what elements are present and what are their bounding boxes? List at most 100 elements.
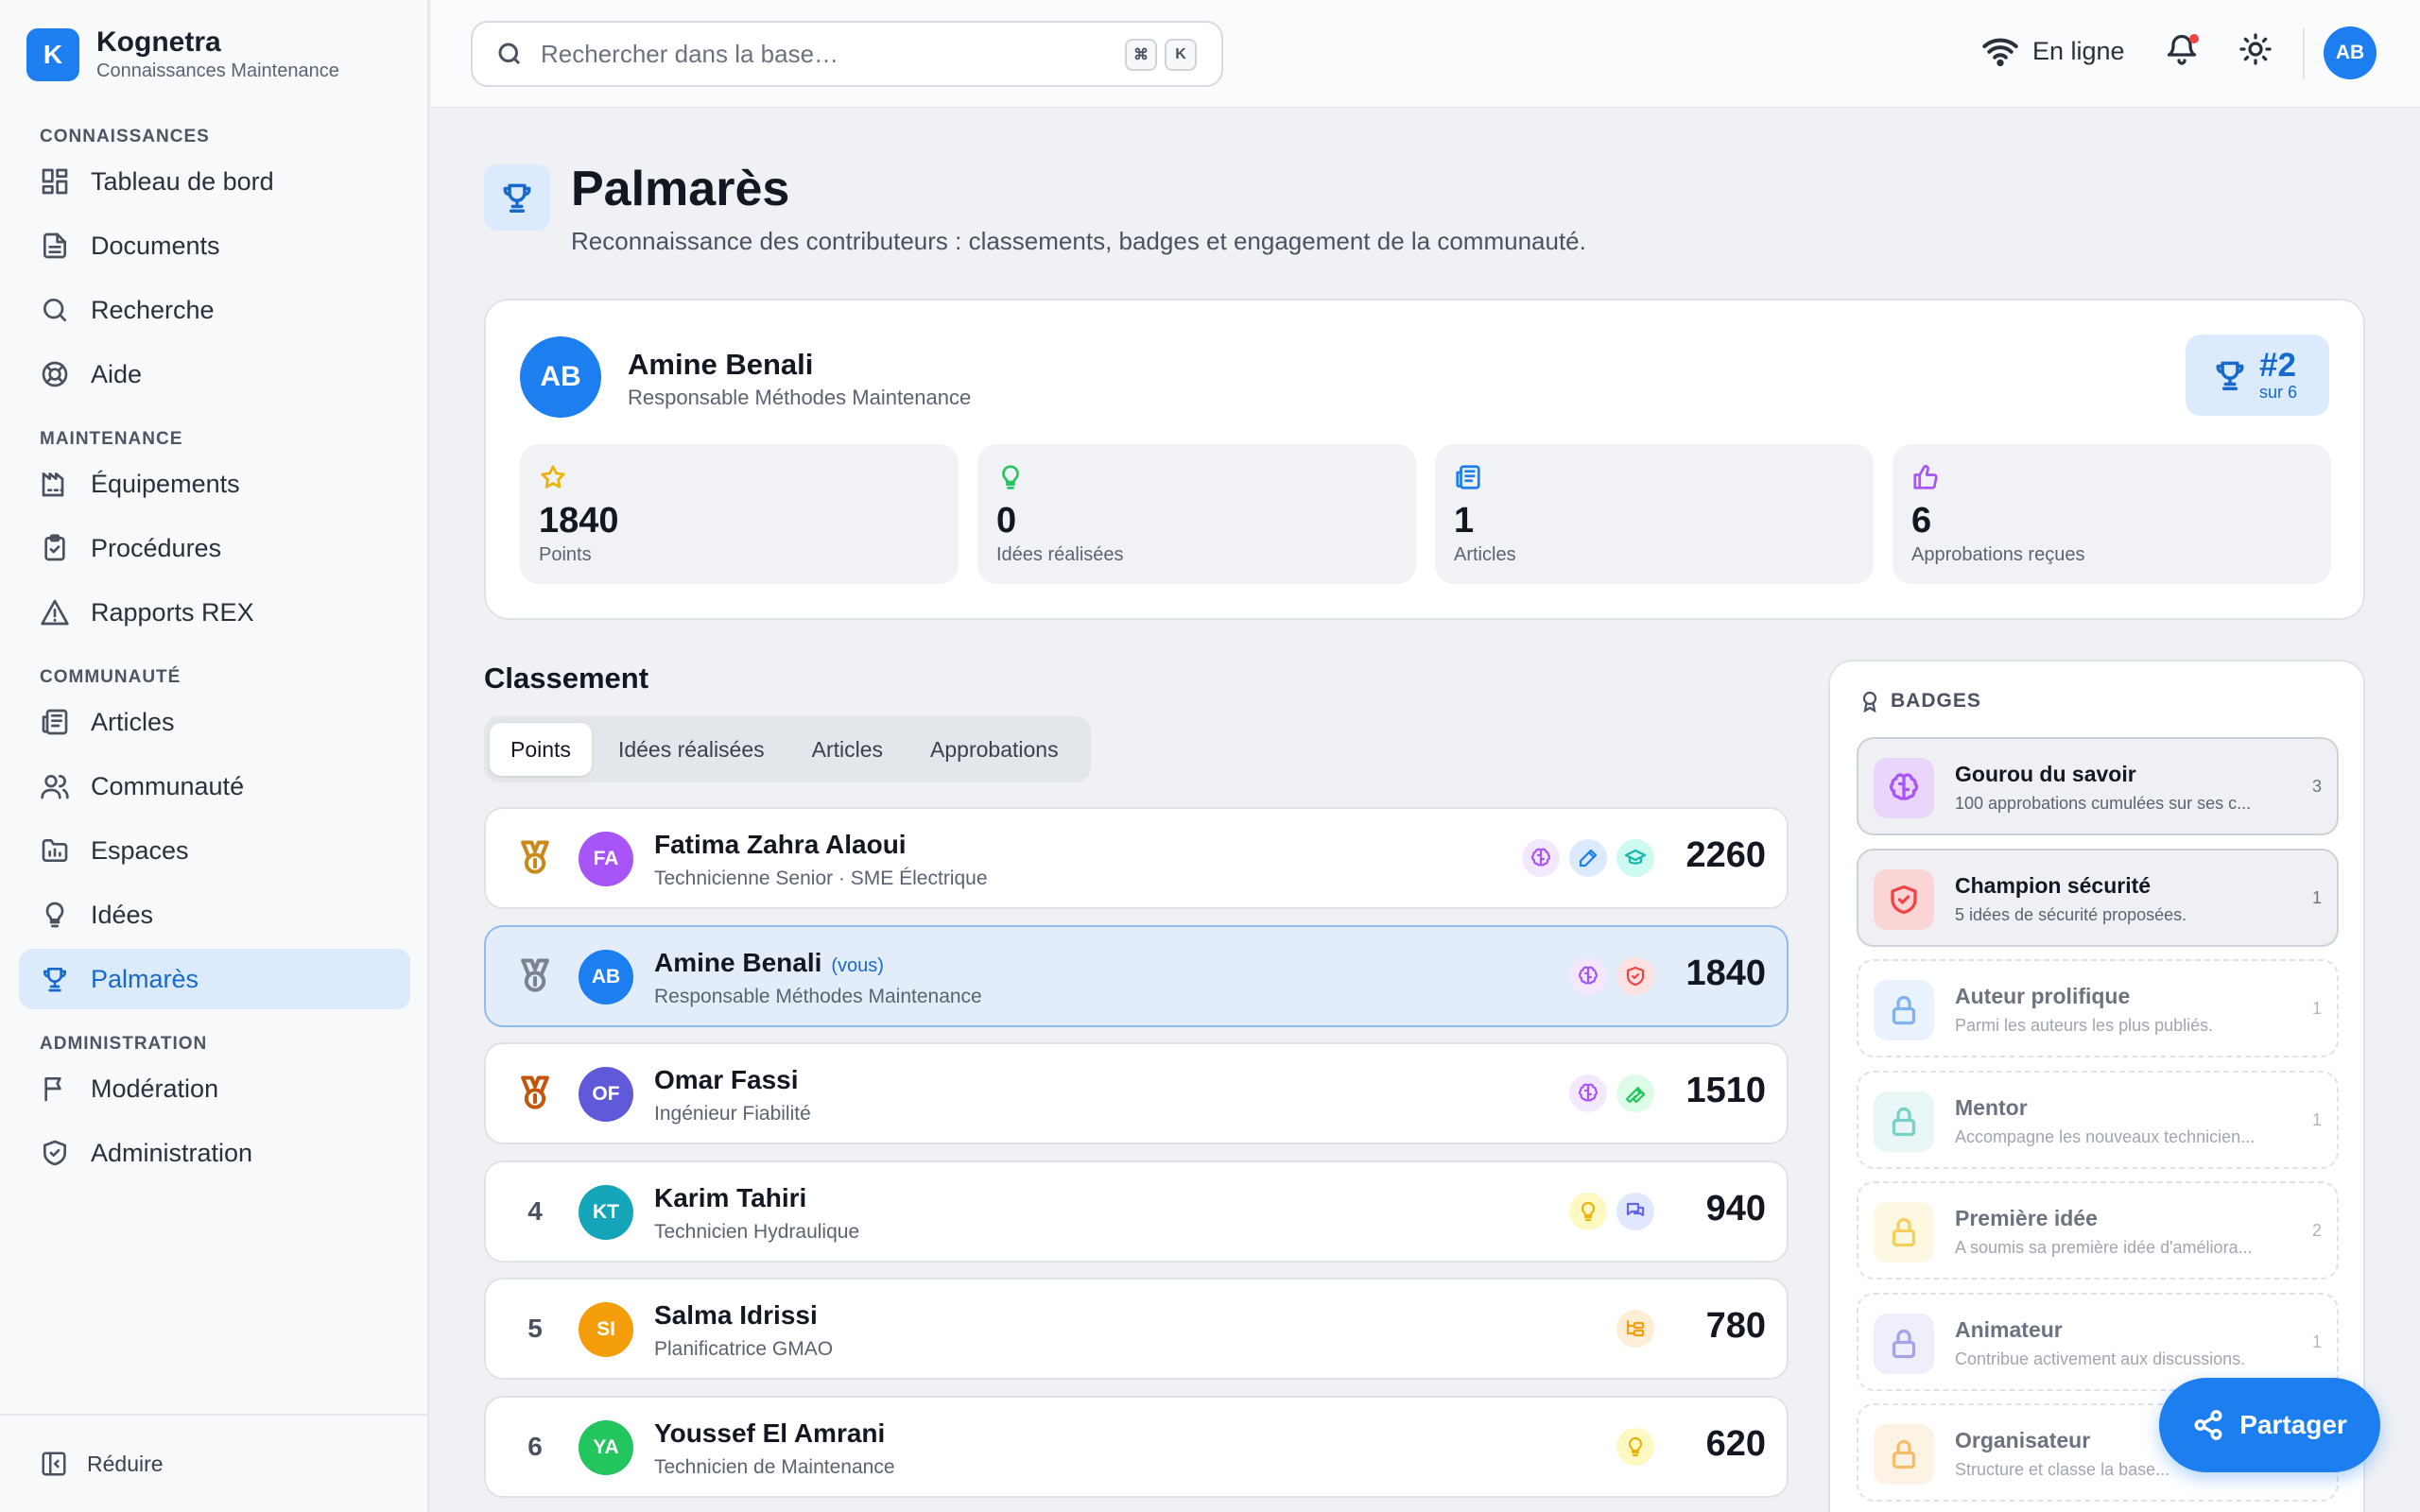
flag-icon: [44, 1077, 61, 1102]
lifebuoy-icon: [42, 361, 68, 387]
notifications-button[interactable]: [2165, 32, 2203, 70]
rank-badge: #2 sur 6: [2186, 335, 2329, 416]
sidebar-item-dashboard[interactable]: Tableau de bord: [19, 151, 410, 212]
search-icon: [43, 299, 66, 321]
sidebar-item-help[interactable]: Aide: [19, 344, 410, 404]
brand[interactable]: K Kognetra Connaissances Maintenance: [26, 26, 339, 83]
ranking-row[interactable]: AB Amine Benali (vous) Responsable Méthodes…: [484, 925, 1789, 1027]
sidebar-item-administration[interactable]: Administration: [19, 1123, 410, 1183]
sidebar-item-procedures[interactable]: Procédures: [19, 518, 410, 578]
user-avatar[interactable]: AB: [2324, 26, 2377, 79]
badge-name: Gourou du savoir: [1955, 762, 2136, 786]
badge-card[interactable]: Gourou du savoir 100 approbations cumulée…: [1857, 737, 2339, 835]
sidebar: K Kognetra Connaissances Maintenance CON…: [0, 0, 429, 1512]
stat-approvals: 6 Approbations reçues: [1893, 444, 2331, 584]
tab-ideas[interactable]: Idées réalisées: [597, 723, 786, 776]
badge-card[interactable]: Champion sécurité 5 idées de sécurité pro…: [1857, 849, 2339, 947]
sidebar-item-search[interactable]: Recherche: [19, 280, 410, 340]
sidebar-item-spaces[interactable]: Espaces: [19, 820, 410, 881]
tab-points[interactable]: Points: [490, 723, 592, 776]
sidebar-item-palmares[interactable]: Palmarès: [19, 949, 410, 1009]
dashboard-icon: [42, 168, 68, 195]
badge-description: A soumis sa première idée d'améliora...: [1955, 1238, 2253, 1257]
newspaper-icon: [1456, 465, 1480, 490]
badge-card[interactable]: Animateur Contribue activement aux discus…: [1857, 1293, 2339, 1391]
nav-section-title: CONNAISSANCES: [40, 127, 210, 146]
contributor-name: Amine Benali (vous): [654, 948, 884, 978]
stat-label: Idées réalisées: [996, 544, 1124, 565]
ranking-row[interactable]: 6 YA Youssef El Amrani Technicien de Mainte…: [484, 1396, 1789, 1498]
name-text: Salma Idrissi: [654, 1300, 818, 1330]
tab-approvals[interactable]: Approbations: [909, 723, 1080, 776]
ranking-row[interactable]: 4 KT Karim Tahiri Technicien Hydraulique 940: [484, 1160, 1789, 1263]
badge-card[interactable]: Mentor Accompagne les nouveaux technicien…: [1857, 1071, 2339, 1169]
panel-collapse-icon: [42, 1452, 66, 1476]
warning-icon: [41, 599, 69, 626]
sidebar-item-label: Recherche: [91, 295, 215, 324]
topbar: Rechercher dans la base… ⌘ K En ligne AB: [431, 0, 2420, 108]
page-subtitle: Reconnaissance des contributeurs : class…: [571, 227, 1586, 255]
shield-icon: [43, 1140, 66, 1166]
avatar: KT: [579, 1185, 633, 1240]
sidebar-item-ideas[interactable]: Idées: [19, 885, 410, 945]
theme-toggle-button[interactable]: [2238, 32, 2273, 71]
badge-count: 1: [2311, 888, 2322, 907]
shield-icon: [1874, 869, 1934, 930]
ranking-row[interactable]: FA Fatima Zahra Alaoui Technicienne Senior…: [484, 807, 1789, 909]
page-trophy-icon: [484, 164, 550, 231]
avatar: AB: [579, 950, 633, 1005]
sidebar-item-articles[interactable]: Articles: [19, 692, 410, 752]
badge-name: Champion sécurité: [1955, 873, 2152, 898]
award-icon: [1862, 691, 1877, 713]
sidebar-item-documents[interactable]: Documents: [19, 215, 410, 276]
contributor-role: Technicienne Senior · SME Électrique: [654, 868, 988, 889]
stat-points: 1840 Points: [520, 444, 959, 584]
brand-logo: K: [26, 28, 79, 81]
ranking-row[interactable]: OF Omar Fassi Ingénieur Fiabilité 1510: [484, 1042, 1789, 1144]
ranking-row[interactable]: 5 SI Salma Idrissi Planificatrice GMAO 780: [484, 1278, 1789, 1380]
you-label: (vous): [831, 955, 884, 976]
avatar: FA: [579, 832, 633, 886]
brand-subtitle: Connaissances Maintenance: [96, 60, 339, 81]
sidebar-item-rex-reports[interactable]: Rapports REX: [19, 582, 410, 643]
sidebar-item-label: Communauté: [91, 771, 245, 800]
medal-silver-icon: [514, 955, 556, 997]
badge-description: Parmi les auteurs les plus publiés.: [1955, 1016, 2214, 1035]
stat-label: Articles: [1454, 544, 1516, 565]
contributor-points: 940: [1705, 1189, 1766, 1228]
nav-section-title: MAINTENANCE: [40, 429, 183, 449]
wifi-icon: [1982, 38, 2018, 67]
contributor-name: Salma Idrissi: [654, 1300, 818, 1331]
contributor-role: Ingénieur Fiabilité: [654, 1103, 811, 1125]
badge-card[interactable]: Auteur prolifique Parmi les auteurs les p…: [1857, 959, 2339, 1057]
rank-number: 6: [527, 1432, 543, 1461]
stat-label: Points: [539, 544, 592, 565]
brand-name: Kognetra: [96, 26, 221, 58]
brain-icon: [1874, 758, 1934, 818]
sidebar-item-label: Tableau de bord: [91, 166, 274, 196]
medal-bronze-icon: [514, 1073, 556, 1114]
tab-articles[interactable]: Articles: [791, 723, 904, 776]
contributor-badges: [1512, 839, 1654, 877]
status-label: En ligne: [2032, 36, 2125, 65]
contributor-name: Youssef El Amrani: [654, 1418, 885, 1449]
search-input[interactable]: Rechercher dans la base… ⌘ K: [471, 21, 1223, 87]
folder-tree-icon: [1616, 1310, 1654, 1348]
ranking-title: Classement: [484, 662, 649, 695]
notification-dot: [2189, 34, 2199, 43]
stat-label: Approbations reçues: [1911, 544, 2085, 565]
contributor-role: Technicien de Maintenance: [654, 1456, 895, 1478]
contributor-points: 1840: [1685, 954, 1766, 993]
sidebar-item-moderation[interactable]: Modération: [19, 1058, 410, 1119]
profile-role: Responsable Méthodes Maintenance: [628, 386, 972, 409]
name-text: Karim Tahiri: [654, 1183, 807, 1212]
sidebar-item-label: Administration: [91, 1138, 253, 1167]
online-status: En ligne: [1981, 32, 2125, 70]
share-button[interactable]: Partager: [2159, 1378, 2380, 1472]
badge-card[interactable]: Première idée A soumis sa première idée d…: [1857, 1181, 2339, 1280]
sidebar-item-equipments[interactable]: Équipements: [19, 454, 410, 514]
collapse-sidebar-button[interactable]: Réduire: [0, 1414, 427, 1512]
sidebar-item-community[interactable]: Communauté: [19, 756, 410, 816]
badge-count: 3: [2311, 777, 2322, 796]
lightbulb-icon: [45, 902, 64, 928]
